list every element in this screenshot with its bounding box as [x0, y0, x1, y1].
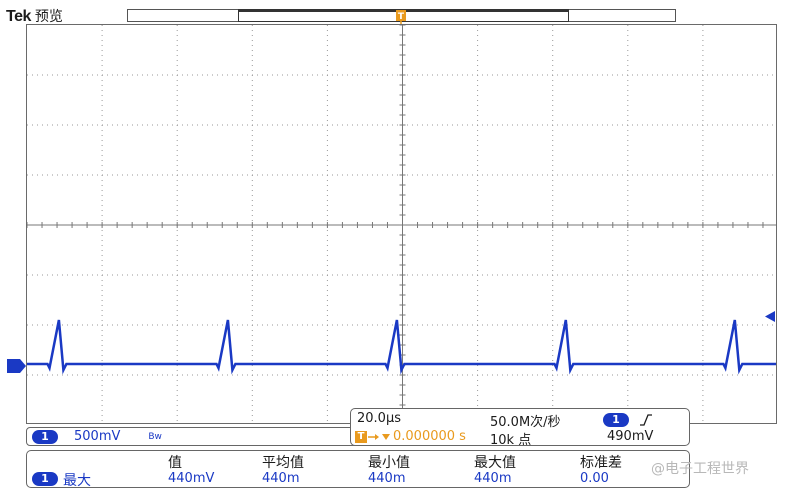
- measurement-stddev: 0.00: [580, 471, 609, 486]
- measurement-header-max: 最大值: [474, 455, 516, 471]
- waveform-graticule: [26, 24, 777, 424]
- source-watermark: @电子工程世界: [651, 461, 749, 477]
- mode-label: 预览: [34, 9, 63, 25]
- trigger-arrow-icon: [368, 433, 390, 440]
- channel1-readout[interactable]: 1 500mV Bw: [26, 427, 362, 446]
- measurement-panel[interactable]: 值 平均值 最小值 最大值 标准差 1 最大 440mV 440m 440m 4…: [26, 450, 690, 489]
- trigger-source-badge: 1: [603, 413, 629, 427]
- channel1-badge: 1: [32, 429, 58, 444]
- trigger-source-group: 1: [603, 412, 653, 427]
- measurement-channel-pill: 1: [32, 472, 58, 486]
- trigger-level: 490mV: [607, 429, 654, 444]
- trigger-level-arrow-icon[interactable]: [765, 311, 775, 322]
- channel1-ground-marker[interactable]: [7, 359, 26, 373]
- record-length: 10k 点: [490, 433, 532, 448]
- trigger-position-value: 0.000000 s: [393, 429, 466, 444]
- rising-edge-icon: [640, 413, 653, 426]
- acquisition-readout[interactable]: 20.0µs 50.0M次/秒 1 T 0.000000 s 10k 点 490m…: [350, 408, 690, 448]
- measurement-mean: 440m: [262, 471, 300, 486]
- measurement-value: 440mV: [168, 471, 215, 486]
- measurement-source-badge: 1: [32, 470, 58, 486]
- graticule-svg: [27, 25, 776, 423]
- trigger-position-readout: T 0.000000 s: [355, 429, 466, 444]
- brand-header: Tek 预览: [6, 6, 63, 26]
- measurement-header-min: 最小值: [368, 455, 410, 471]
- measurement-type: 最大: [63, 473, 91, 489]
- sample-rate: 50.0M次/秒: [490, 415, 561, 430]
- measurement-header-mean: 平均值: [262, 455, 304, 471]
- measurement-header-value: 值: [168, 455, 182, 471]
- bandwidth-limit-indicator: Bw: [148, 431, 162, 442]
- timebase-scale: 20.0µs: [357, 411, 401, 426]
- measurement-header-stddev: 标准差: [580, 455, 622, 471]
- svg-text:T: T: [398, 12, 405, 22]
- measurement-min: 440m: [368, 471, 406, 486]
- channel1-scale: 500mV: [74, 429, 121, 444]
- trigger-t-icon: T: [355, 430, 367, 443]
- measurement-max: 440m: [474, 471, 512, 486]
